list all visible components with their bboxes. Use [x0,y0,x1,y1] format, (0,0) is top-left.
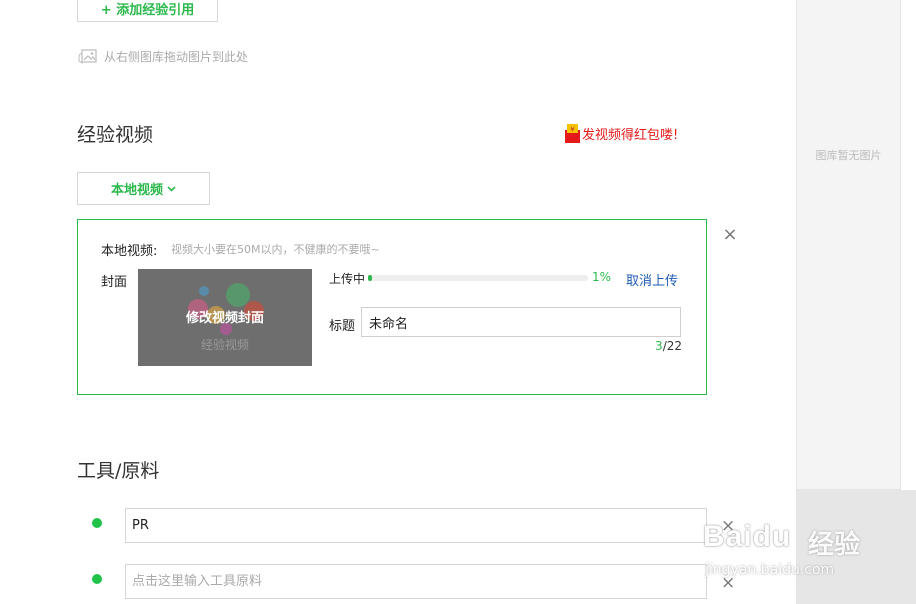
drag-hint-text: 从右侧图库拖动图片到此处 [104,50,249,64]
video-promo-link[interactable]: ¥ 发视频得红包喽! [565,124,678,143]
red-packet-glyph: ¥ [570,126,575,134]
red-packet-icon: ¥ [565,124,580,143]
list-bullet [92,574,102,584]
watermark-url: jingyan.baidu.com [705,562,835,578]
video-title-label: 标题 [329,319,356,334]
local-video-field-label: 本地视频: [101,244,158,259]
upload-progress-fill [368,275,373,281]
chevron-down-icon [167,185,176,192]
change-cover-button[interactable]: 修改视频封面 [138,307,312,326]
list-bullet [92,518,102,528]
video-section-title: 经验视频 [77,124,154,146]
watermark-brand-cn: 经验 [808,530,861,560]
watermark-brand: Baidu [703,520,792,553]
drag-image-hint: 从右侧图库拖动图片到此处 [78,48,248,65]
tool-material-input[interactable] [125,564,707,599]
close-icon[interactable]: × [722,226,738,244]
gallery-empty-text: 图库暂无图片 [815,149,882,162]
upload-status-label: 上传中 [329,272,366,286]
baidu-watermark: Baidu 经验 jingyan.baidu.com [703,506,903,596]
image-gallery-panel: 图库暂无图片 [796,0,901,490]
video-title-input[interactable] [361,307,681,337]
upload-progress-percent: 1% [592,270,612,284]
video-cover-thumbnail[interactable]: 修改视频封面 经验视频 [138,269,312,366]
local-video-dropdown[interactable]: 本地视频 [77,172,210,205]
char-count-current: 3 [655,339,663,353]
cover-art-icon [188,283,264,335]
video-size-note: 视频大小要在50M以内，不健康的不要哦~ [171,243,380,256]
tool-material-input[interactable] [125,508,707,543]
title-char-count: 3/22 [640,339,682,353]
char-count-max: /22 [662,339,682,353]
cancel-upload-link[interactable]: 取消上传 [626,270,678,289]
cover-watermark-text: 经验视频 [200,338,249,352]
cover-label: 封面 [101,275,128,290]
local-video-label: 本地视频 [110,183,163,198]
upload-progress-bar [368,275,588,281]
promo-text[interactable]: 发视频得红包喽! [582,124,678,143]
image-icon [78,48,97,64]
tools-section-title: 工具/原料 [77,460,160,482]
add-experience-reference-button[interactable]: + 添加经验引用 [77,0,218,22]
